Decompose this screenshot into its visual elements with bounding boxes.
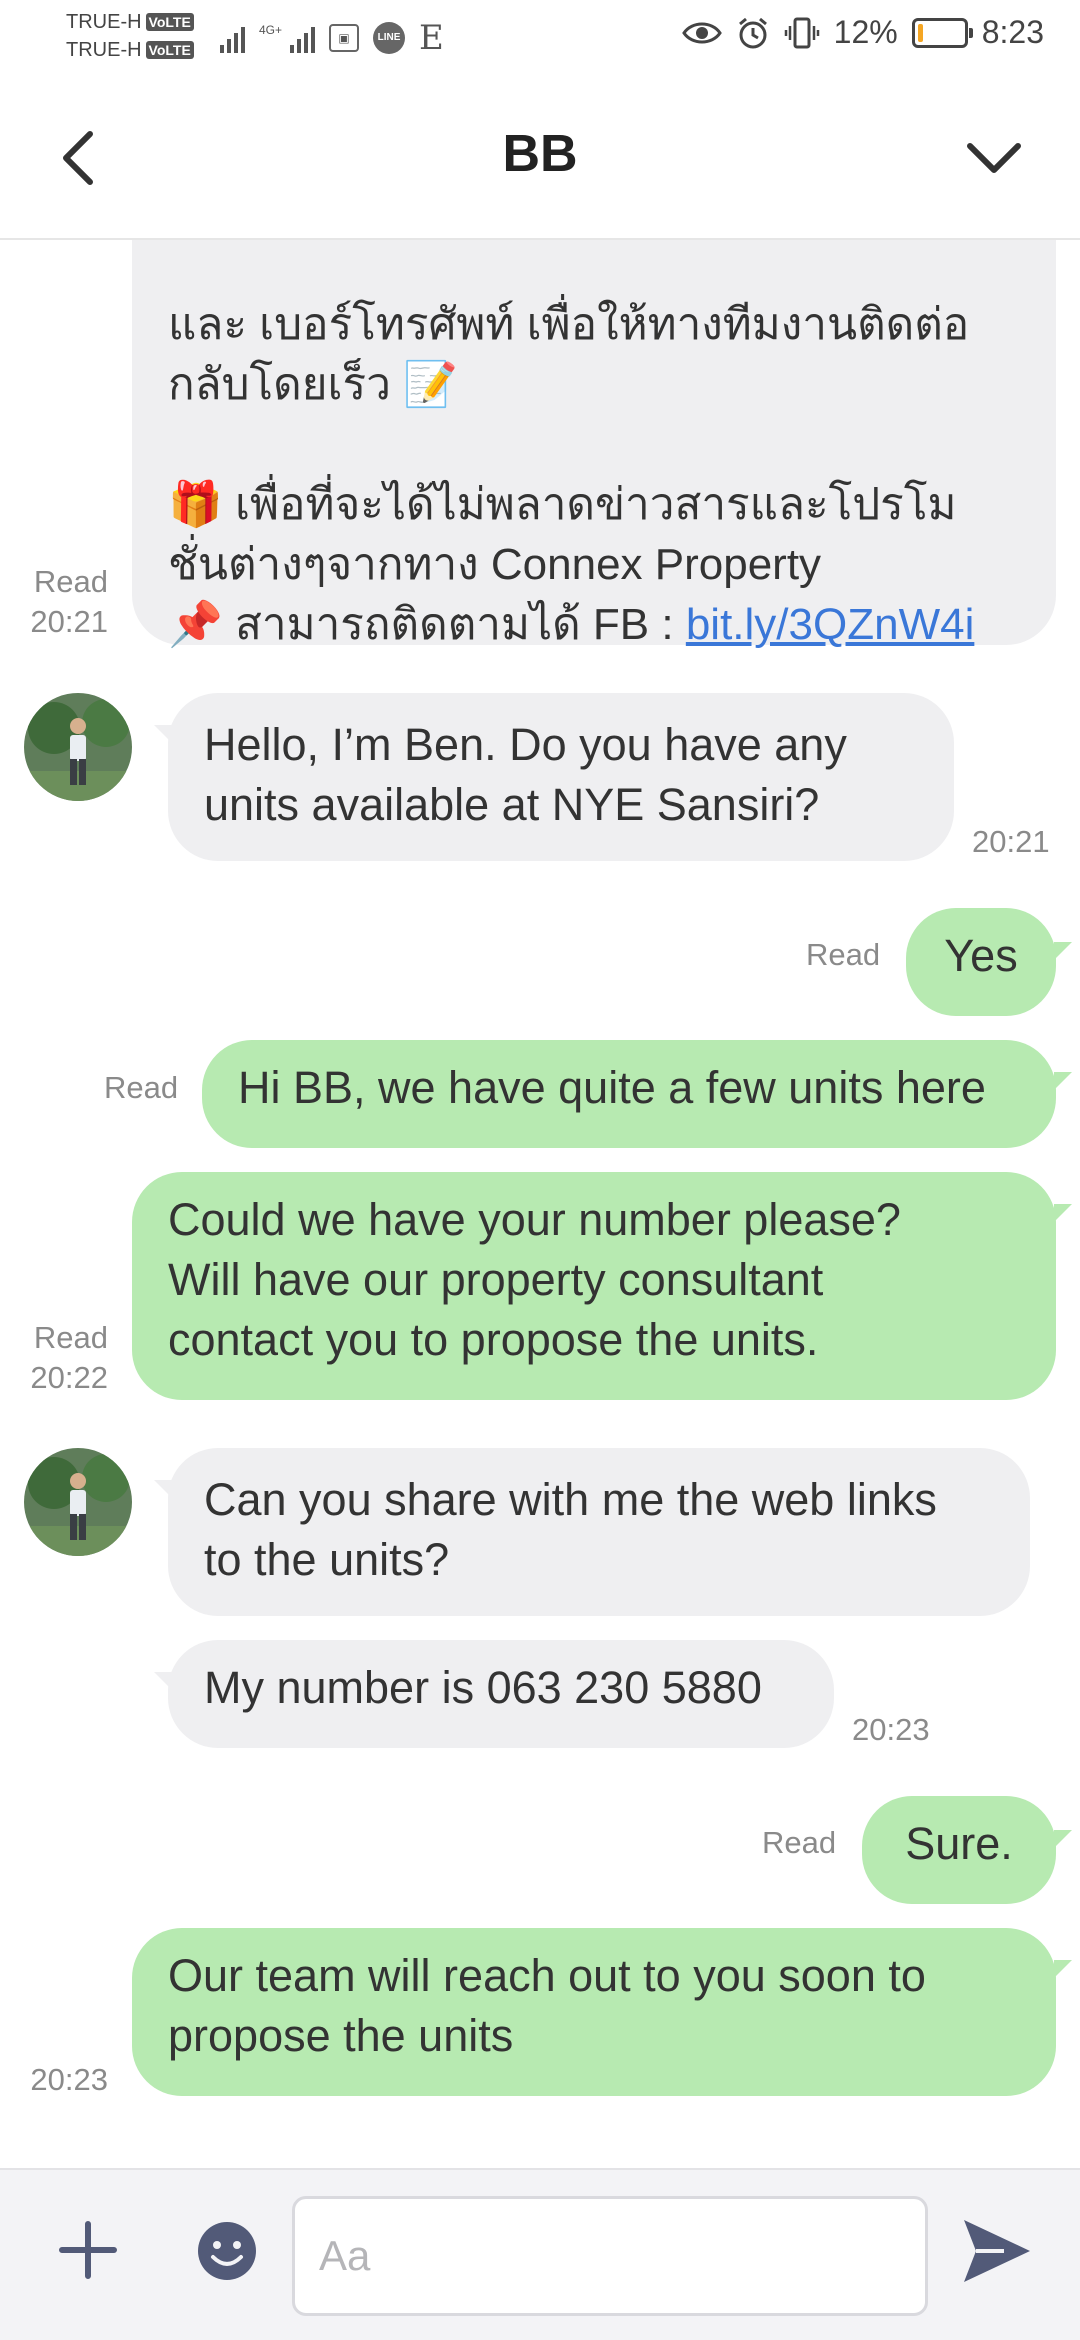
message-text: และ เบอร์โทรศัพท์ เพื่อให้ทางทีมงานติดต่… — [168, 300, 970, 349]
read-receipt: Read — [806, 937, 881, 972]
message-text: Yes — [944, 930, 1018, 981]
avatar[interactable] — [24, 693, 132, 801]
signal-4g-icon — [290, 23, 316, 53]
message-bubble-outgoing[interactable]: Sure. — [862, 1796, 1056, 1904]
message-bubble-outgoing[interactable]: Yes — [906, 908, 1056, 1016]
emoji-button[interactable] — [196, 2220, 258, 2282]
e-app-icon: E — [419, 18, 444, 58]
message-meta: Read 20:22 — [0, 1318, 108, 1398]
message-time: 20:21 — [972, 824, 1050, 859]
read-receipt: Read — [33, 1320, 108, 1355]
clock-time: 8:23 — [981, 14, 1044, 50]
message-text: Hi BB, we have quite a few units here — [238, 1062, 986, 1113]
signal-icon — [220, 23, 245, 53]
message-bubble-outgoing[interactable]: Could we have your number please? Will h… — [132, 1172, 1056, 1400]
bubble-tail — [1054, 942, 1072, 960]
contact-avatar-icon — [24, 693, 132, 801]
facebook-link[interactable]: bit.ly/3QZnW4i — [686, 600, 975, 649]
bubble-tail — [1054, 1072, 1072, 1090]
menu-toggle-button[interactable] — [954, 118, 1034, 198]
message-input[interactable] — [292, 2196, 928, 2316]
status-bar: TRUE-H VoLTE TRUE-H VoLTE 4G+ ▣ LINE E 12%… — [0, 0, 1080, 78]
carrier-info: TRUE-H VoLTE TRUE-H VoLTE — [66, 8, 194, 64]
message-text: กลับโดยเร็ว 📝 — [168, 360, 458, 409]
plus-icon — [59, 2221, 117, 2279]
bubble-tail — [1054, 1960, 1072, 1978]
message-bubble-outgoing[interactable]: Hi BB, we have quite a few units here — [202, 1040, 1056, 1148]
battery-percent: 12% — [833, 14, 898, 50]
message-text: 📌 สามารถติดตามได้ FB : — [168, 600, 686, 649]
volte-badge: VoLTE — [145, 41, 194, 59]
message-text: My number is 063 230 5880 — [204, 1662, 762, 1713]
chat-title: BB — [502, 125, 578, 183]
battery-icon — [911, 17, 973, 48]
message-text: 🎁 เพื่อที่จะได้ไม่พลาดข่าวสารและโปรโม — [168, 480, 957, 529]
send-button[interactable] — [958, 2216, 1034, 2286]
add-attachment-button[interactable] — [58, 2220, 118, 2280]
message-bubble-outgoing[interactable]: Our team will reach out to you soon to p… — [132, 1928, 1056, 2096]
avatar[interactable] — [24, 1448, 132, 1556]
emoji-icon — [198, 2222, 256, 2280]
bubble-tail — [1054, 1830, 1072, 1848]
message-time: 20:23 — [852, 1712, 930, 1747]
message-time: 20:21 — [30, 604, 108, 639]
message-text: Sure. — [905, 1818, 1013, 1869]
message-text: Can you share with me the web links to t… — [204, 1474, 937, 1585]
carrier-2-label: TRUE-H — [66, 39, 142, 61]
send-icon — [964, 2220, 1030, 2282]
message-bubble-outgoing[interactable]: และ เบอร์โทรศัพท์ เพื่อให้ทางทีมงานติดต่… — [132, 240, 1056, 649]
message-meta: Read 20:21 — [0, 562, 108, 642]
message-list[interactable]: และ เบอร์โทรศัพท์ เพื่อให้ทางทีมงานติดต่… — [0, 240, 1080, 2170]
message-time: 20:23 — [30, 2062, 108, 2097]
message-time: 20:22 — [30, 1360, 108, 1395]
line-app-icon: LINE — [373, 22, 406, 54]
alarm-icon — [738, 17, 767, 48]
input-bar — [0, 2168, 1080, 2340]
carrier-1-label: TRUE-H — [66, 11, 142, 33]
message-bubble-incoming[interactable]: Hello, I’m Ben. Do you have any units av… — [168, 693, 954, 861]
message-text: Could we have your number please? Will h… — [168, 1194, 901, 1365]
read-receipt: Read — [104, 1070, 179, 1105]
read-receipt: Read — [762, 1825, 837, 1860]
eye-icon — [681, 22, 722, 43]
message-text: ชั่นต่างๆจากทาง Connex Property — [168, 540, 822, 589]
message-text: Our team will reach out to you soon to p… — [168, 1950, 926, 2061]
chat-header: BB — [0, 78, 1080, 240]
message-bubble-incoming[interactable]: Can you share with me the web links to t… — [168, 1448, 1030, 1616]
chevron-down-icon — [967, 143, 1021, 173]
bubble-tail — [1054, 1204, 1072, 1222]
message-bubble-incoming[interactable]: My number is 063 230 5880 — [168, 1640, 834, 1748]
app-icon: ▣ — [329, 24, 360, 52]
volte-badge: VoLTE — [145, 13, 194, 31]
read-receipt: Read — [33, 564, 108, 599]
network-type-label: 4G+ — [259, 23, 283, 37]
contact-avatar-icon — [24, 1448, 132, 1556]
message-text: Hello, I’m Ben. Do you have any units av… — [204, 719, 847, 830]
vibrate-icon — [784, 17, 819, 48]
